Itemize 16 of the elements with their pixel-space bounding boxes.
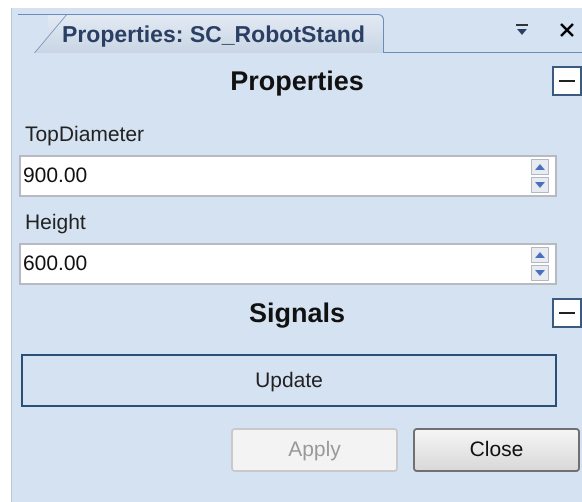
- spin-down-icon[interactable]: [531, 177, 549, 193]
- field-label: Height: [25, 211, 87, 235]
- panel-tab[interactable]: Properties: SC_RobotStand: [18, 14, 384, 53]
- section-title: Signals: [248, 298, 346, 328]
- field-label: TopDiameter: [25, 123, 146, 147]
- dialog-button[interactable]: Close: [413, 428, 580, 472]
- spin-up-icon[interactable]: [531, 159, 549, 175]
- number-field[interactable]: 600.00: [19, 243, 557, 285]
- close-icon[interactable]: [559, 22, 575, 38]
- spin-up-icon[interactable]: [531, 247, 549, 263]
- number-field[interactable]: 900.00: [19, 155, 557, 197]
- section-title: Properties: [230, 66, 364, 96]
- signal-button[interactable]: Update: [21, 354, 557, 407]
- collapse-icon[interactable]: [552, 298, 582, 328]
- spin-down-icon[interactable]: [531, 265, 549, 281]
- collapse-icon[interactable]: [552, 66, 582, 96]
